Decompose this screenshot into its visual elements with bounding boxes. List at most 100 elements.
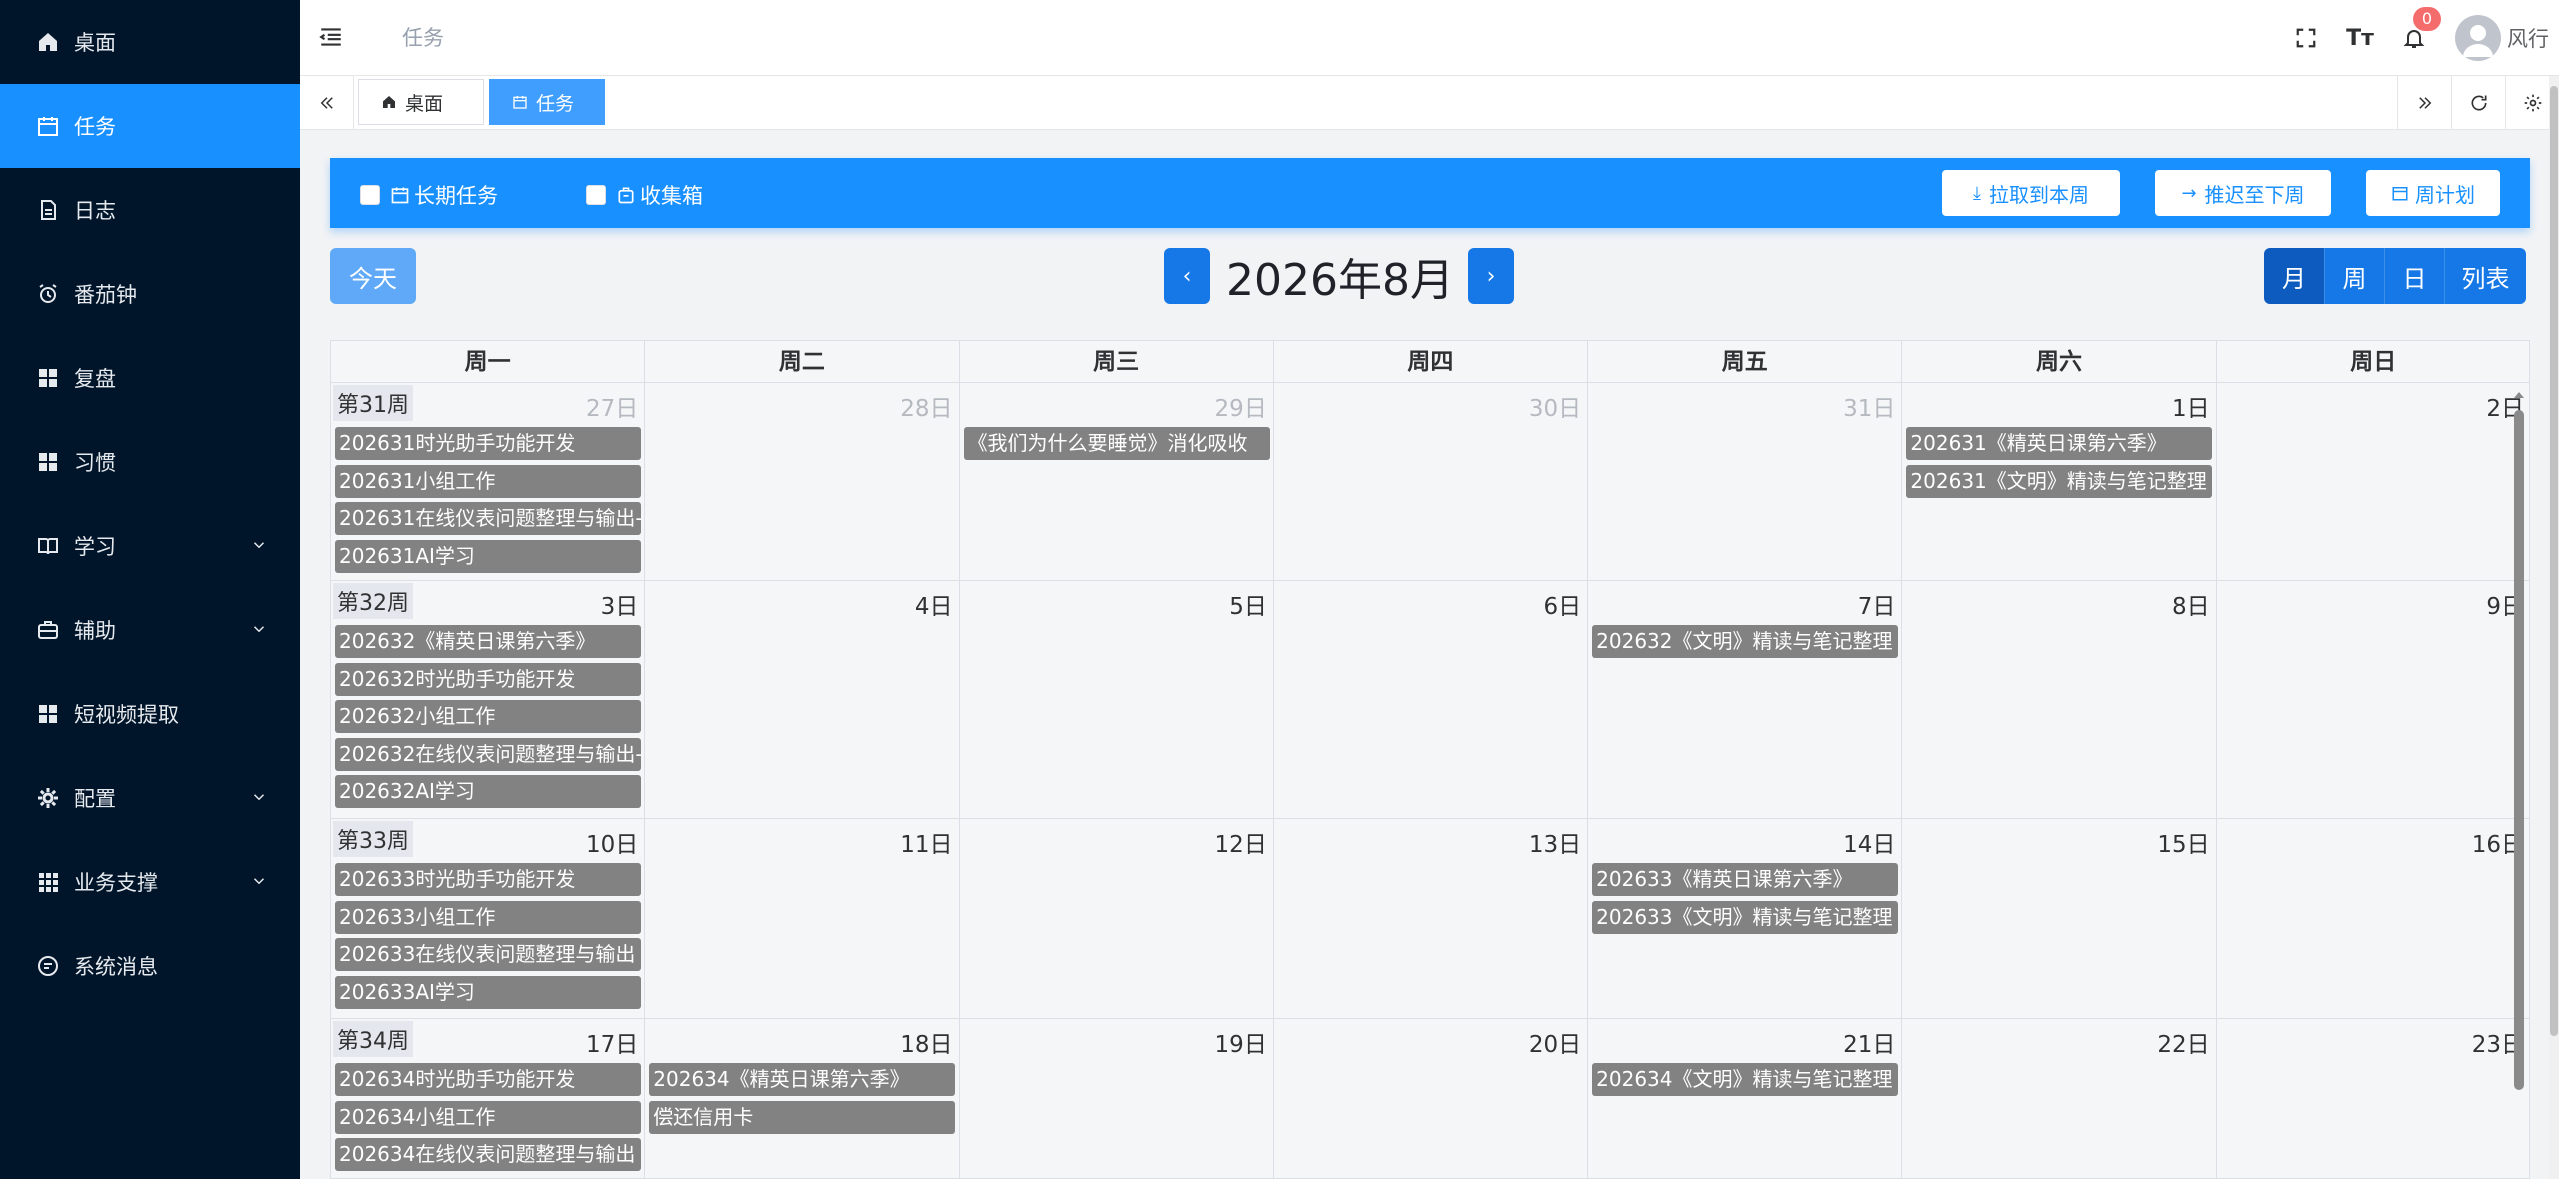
day-cell[interactable]: 22日 xyxy=(1902,1019,2217,1178)
day-cell[interactable]: 7日 202632《文明》精读与笔记整理 xyxy=(1588,581,1903,818)
day-number[interactable]: 1日 xyxy=(2172,389,2210,423)
calendar-event[interactable]: 202631时光助手功能开发 xyxy=(335,427,641,460)
calendar-event[interactable]: 202632时光助手功能开发 xyxy=(335,662,641,696)
day-number[interactable]: 11日 xyxy=(900,825,952,859)
day-cell[interactable]: 20日 xyxy=(1274,1019,1589,1178)
day-number[interactable]: 8日 xyxy=(2172,587,2210,621)
calendar-event[interactable]: 202632《文明》精读与笔记整理 xyxy=(1592,625,1899,658)
scrollbar-thumb[interactable] xyxy=(2514,410,2524,1090)
calendar-event[interactable]: 202632在线仪表问题整理与输出- xyxy=(335,737,641,771)
calendar-event[interactable]: 202632AI学习 xyxy=(335,775,641,808)
page-scrollbar-thumb[interactable] xyxy=(2550,86,2558,1036)
day-number[interactable]: 21日 xyxy=(1843,1025,1895,1059)
calendar-event[interactable]: 202631《文明》精读与笔记整理 xyxy=(1906,464,2213,498)
checkbox-box[interactable] xyxy=(360,185,380,205)
day-cell[interactable]: 4日 xyxy=(645,581,960,818)
calendar-event[interactable]: 202634在线仪表问题整理与输出 xyxy=(335,1138,641,1171)
calendar-event[interactable]: 202633时光助手功能开发 xyxy=(335,863,641,896)
day-number[interactable]: 4日 xyxy=(915,587,953,621)
sidebar-item[interactable]: 复盘 xyxy=(0,336,300,420)
day-number[interactable]: 5日 xyxy=(1229,587,1267,621)
checkbox-box[interactable] xyxy=(586,185,606,205)
view-list-button[interactable]: 列表 xyxy=(2444,248,2526,304)
page-scrollbar[interactable] xyxy=(2549,76,2559,1179)
next-month-button[interactable]: › xyxy=(1468,248,1514,304)
day-number[interactable]: 28日 xyxy=(900,389,952,423)
day-number[interactable]: 19日 xyxy=(1215,1025,1267,1059)
day-cell[interactable]: 12日 xyxy=(960,819,1274,1018)
calendar-event[interactable]: 《我们为什么要睡觉》消化吸收 xyxy=(963,427,1270,460)
view-day-button[interactable]: 日 xyxy=(2384,248,2444,304)
font-size-icon[interactable]: Tт xyxy=(2345,23,2375,53)
day-number[interactable]: 20日 xyxy=(1529,1025,1581,1059)
day-cell[interactable]: 第33周 10日 202633时光助手功能开发 202633小组工作 202633在线仪… xyxy=(331,819,646,1018)
tab-desktop[interactable]: 桌面 xyxy=(358,79,484,125)
sidebar-item[interactable]: 短视频提取 xyxy=(0,672,300,756)
day-cell[interactable]: 30日 xyxy=(1274,383,1589,580)
day-number[interactable]: 31日 xyxy=(1843,389,1895,423)
notification-bell-icon[interactable]: 0 xyxy=(2399,7,2441,53)
sidebar-item[interactable]: 系统消息 xyxy=(0,924,300,1008)
username[interactable]: 风行 xyxy=(2507,23,2549,53)
day-number[interactable]: 17日 xyxy=(586,1025,638,1059)
sidebar-item[interactable]: 日志 xyxy=(0,168,300,252)
day-cell[interactable]: 16日 xyxy=(2217,819,2529,1018)
calendar-event[interactable]: 202631在线仪表问题整理与输出- xyxy=(335,502,641,535)
day-cell[interactable]: 19日 xyxy=(960,1019,1274,1178)
sidebar-item[interactable]: 桌面 xyxy=(0,0,300,84)
calendar-event[interactable]: 202633《精英日课第六季》 xyxy=(1592,863,1899,896)
day-cell[interactable]: 第32周 3日 202632《精英日课第六季》 202632时光助手功能开发 20263… xyxy=(331,581,646,818)
day-number[interactable]: 29日 xyxy=(1215,389,1267,423)
scroll-right-icon[interactable] xyxy=(2397,76,2451,130)
sidebar-item[interactable]: 学习 xyxy=(0,504,300,588)
day-cell[interactable]: 18日 202634《精英日课第六季》 偿还信用卡 xyxy=(645,1019,960,1178)
day-number[interactable]: 27日 xyxy=(586,389,638,423)
day-cell[interactable]: 第31周 27日 202631时光助手功能开发 202631小组工作 202631在线仪… xyxy=(331,383,646,580)
weekly-plan-button[interactable]: 周计划 xyxy=(2366,170,2500,216)
tab-task[interactable]: 任务 xyxy=(489,79,605,125)
calendar-event[interactable]: 202632小组工作 xyxy=(335,700,641,733)
inbox-checkbox[interactable]: 收集箱 xyxy=(586,180,703,210)
day-number[interactable]: 7日 xyxy=(1858,587,1896,621)
calendar-event[interactable]: 偿还信用卡 xyxy=(649,1100,956,1134)
day-number[interactable]: 3日 xyxy=(601,587,639,621)
day-cell[interactable]: 28日 xyxy=(645,383,960,580)
day-number[interactable]: 18日 xyxy=(900,1025,952,1059)
calendar-event[interactable]: 202633《文明》精读与笔记整理 xyxy=(1592,900,1899,934)
day-number[interactable]: 10日 xyxy=(586,825,638,859)
day-cell[interactable]: 5日 xyxy=(960,581,1274,818)
fullscreen-icon[interactable] xyxy=(2291,23,2321,53)
sidebar-item[interactable]: 辅助 xyxy=(0,588,300,672)
refresh-icon[interactable] xyxy=(2451,76,2505,130)
day-number[interactable]: 6日 xyxy=(1543,587,1581,621)
avatar[interactable] xyxy=(2455,15,2501,61)
calendar-event[interactable]: 202631AI学习 xyxy=(335,539,641,573)
day-cell[interactable]: 第34周 17日 202634时光助手功能开发 202634小组工作 202634在线仪… xyxy=(331,1019,646,1178)
day-cell[interactable]: 14日 202633《精英日课第六季》 202633《文明》精读与笔记整理 xyxy=(1588,819,1903,1018)
pull-to-this-week-button[interactable]: ⤓ 拉取到本周 xyxy=(1942,170,2120,216)
calendar-event[interactable]: 202631小组工作 xyxy=(335,464,641,498)
postpone-to-next-week-button[interactable]: → 推迟至下周 xyxy=(2155,170,2331,216)
day-cell[interactable]: 23日 xyxy=(2217,1019,2529,1178)
calendar-event[interactable]: 202632《精英日课第六季》 xyxy=(335,625,641,658)
view-month-button[interactable]: 月 xyxy=(2264,248,2324,304)
calendar-scrollbar[interactable] xyxy=(2510,388,2526,1090)
scroll-left-icon[interactable] xyxy=(300,76,354,130)
day-cell[interactable]: 29日《我们为什么要睡觉》消化吸收 xyxy=(960,383,1274,580)
view-week-button[interactable]: 周 xyxy=(2324,248,2384,304)
day-number[interactable]: 13日 xyxy=(1529,825,1581,859)
calendar-event[interactable]: 202634《精英日课第六季》 xyxy=(649,1063,956,1096)
calendar-event[interactable]: 202634《文明》精读与笔记整理 xyxy=(1592,1063,1899,1096)
day-cell[interactable]: 31日 xyxy=(1588,383,1903,580)
calendar-event[interactable]: 202633在线仪表问题整理与输出 xyxy=(335,938,641,971)
day-cell[interactable]: 21日 202634《文明》精读与笔记整理 xyxy=(1588,1019,1903,1178)
day-cell[interactable]: 2日 xyxy=(2217,383,2529,580)
sidebar-item[interactable]: 番茄钟 xyxy=(0,252,300,336)
sidebar-item[interactable]: 习惯 xyxy=(0,420,300,504)
scroll-up-icon[interactable] xyxy=(2512,388,2526,402)
menu-toggle-icon[interactable] xyxy=(318,24,344,50)
sidebar-item[interactable]: 业务支撑 xyxy=(0,840,300,924)
day-number[interactable]: 30日 xyxy=(1529,389,1581,423)
calendar-event[interactable]: 202634时光助手功能开发 xyxy=(335,1063,641,1096)
day-cell[interactable]: 6日 xyxy=(1274,581,1589,818)
